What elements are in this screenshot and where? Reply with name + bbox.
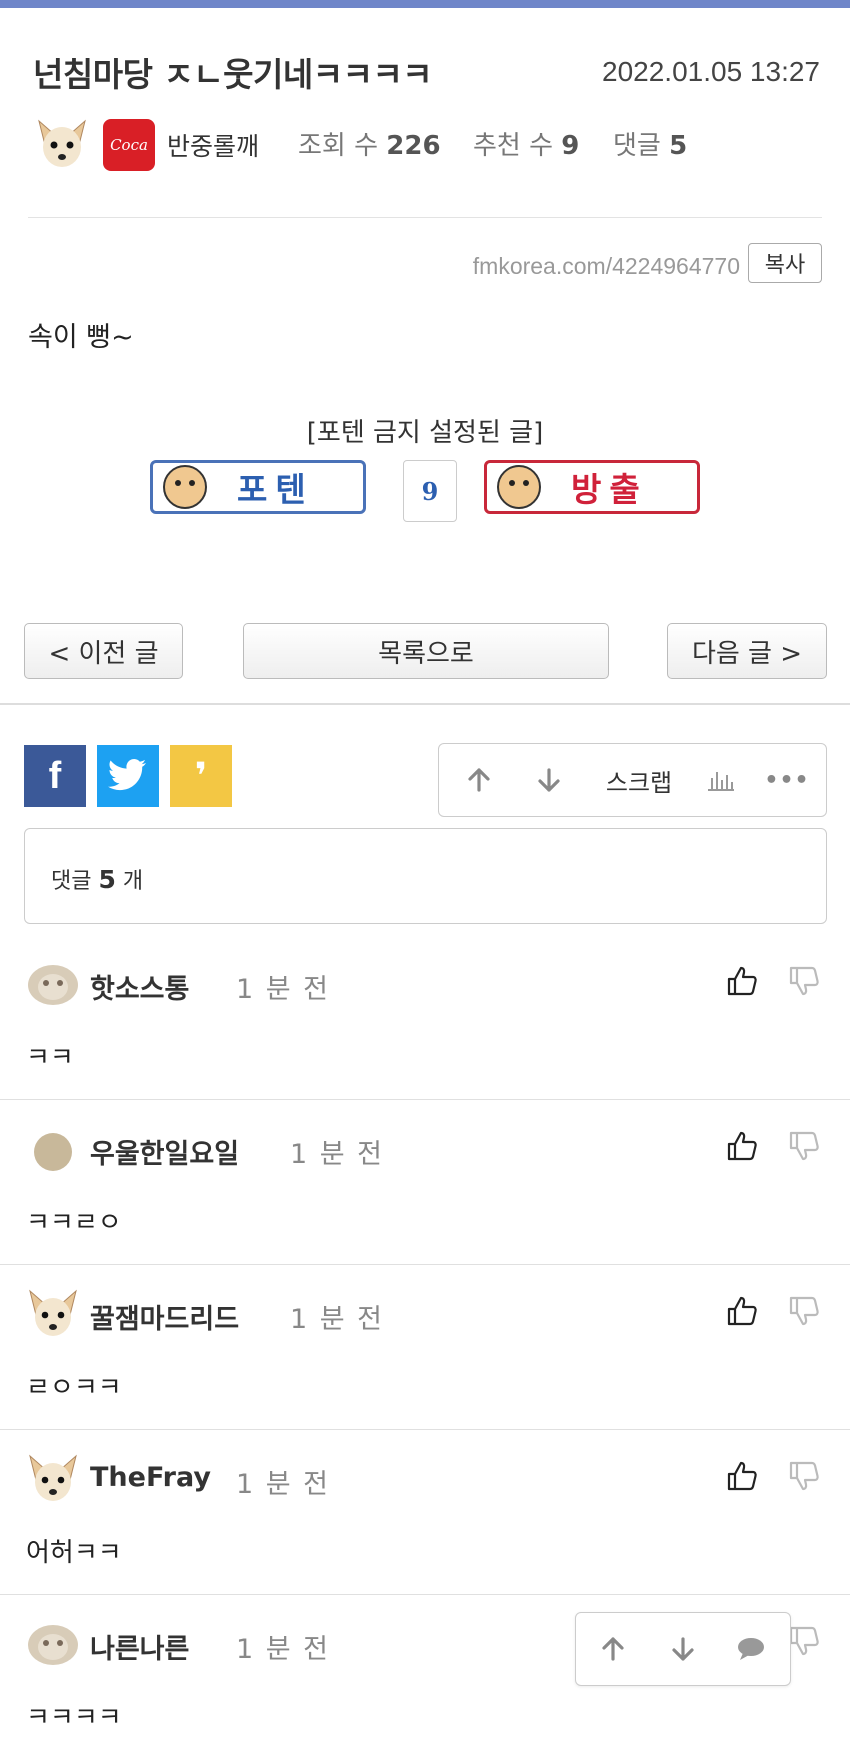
thumbs-up-icon[interactable] bbox=[726, 965, 758, 997]
comment-item: TheFray 1 분 전 어허ㅋㅋ bbox=[0, 1430, 850, 1595]
eject-button[interactable]: 방출 bbox=[484, 460, 700, 514]
view-count-label: 조회 수 bbox=[298, 131, 379, 161]
comment-item: 핫소스통 1 분 전 ㅋㅋ bbox=[0, 935, 850, 1100]
potent-button[interactable]: 포텐 bbox=[150, 460, 366, 514]
comment-summary-text: 댓글 5 개 bbox=[51, 863, 143, 895]
comment-time: 1 분 전 bbox=[290, 1304, 385, 1335]
thumbs-down-icon[interactable] bbox=[788, 1460, 820, 1492]
eject-label: 방출 bbox=[571, 470, 648, 509]
view-count: 조회 수 226 bbox=[298, 125, 441, 162]
comment-author[interactable]: 우울한일요일 bbox=[90, 1132, 239, 1171]
comment-count-value: 5 bbox=[669, 131, 688, 161]
facebook-share-icon[interactable]: f bbox=[24, 745, 86, 807]
recommend-count-value: 9 bbox=[561, 131, 580, 161]
comment-item: 우울한일요일 1 분 전 ㅋㅋㄹㅇ bbox=[0, 1100, 850, 1265]
comment-text: ㅋㅋㄹㅇ bbox=[26, 1208, 122, 1238]
thumbs-up-icon[interactable] bbox=[726, 1295, 758, 1327]
potent-label: 포텐 bbox=[237, 470, 314, 509]
thumbs-face-icon bbox=[163, 465, 207, 509]
dot-avatar-icon[interactable] bbox=[26, 1122, 80, 1176]
scroll-top-icon[interactable] bbox=[588, 1613, 638, 1685]
thumbs-down-icon[interactable] bbox=[788, 1295, 820, 1327]
top-accent-bar bbox=[0, 0, 850, 8]
kakaostory-share-icon[interactable]: ❜ bbox=[170, 745, 232, 807]
thumbs-down-icon[interactable] bbox=[788, 965, 820, 997]
comment-author[interactable]: 꿀잼마드리드 bbox=[90, 1297, 239, 1336]
comment-time: 1 분 전 bbox=[290, 1139, 385, 1170]
vote-count: 9 bbox=[403, 460, 457, 522]
dog-avatar-icon[interactable] bbox=[26, 1452, 80, 1506]
comment-summary-label: 댓글 bbox=[51, 869, 92, 894]
post-meta: Coca 반중롤깨 조회 수 226 추천 수 9 댓글 5 bbox=[33, 115, 833, 175]
potent-disabled-notice: [포텐 금지 설정된 글] bbox=[306, 418, 544, 448]
dog-avatar-icon[interactable] bbox=[26, 1287, 80, 1341]
author-dog-avatar-icon[interactable] bbox=[33, 115, 91, 173]
twitter-share-icon[interactable] bbox=[97, 745, 159, 807]
post-url: fmkorea.com/4224964770 bbox=[472, 253, 740, 279]
scroll-bottom-icon[interactable] bbox=[658, 1613, 708, 1685]
thumbs-down-face-icon bbox=[497, 465, 541, 509]
comment-text: ㅋㅋ bbox=[26, 1043, 74, 1073]
scroll-up-icon[interactable] bbox=[459, 744, 499, 816]
scroll-down-icon[interactable] bbox=[529, 744, 569, 816]
more-options-button[interactable]: ••• bbox=[764, 744, 808, 816]
floating-nav bbox=[575, 1612, 791, 1686]
post-datetime: 2022.01.05 13:27 bbox=[602, 56, 820, 87]
comment-time: 1 분 전 bbox=[236, 1469, 331, 1500]
prev-post-button[interactable]: < 이전 글 bbox=[24, 623, 183, 679]
twitter-bird-icon bbox=[108, 759, 146, 791]
scrap-button[interactable]: 스크랩 bbox=[589, 744, 689, 816]
author-name[interactable]: 반중롤깨 bbox=[167, 127, 259, 163]
recommend-count-label: 추천 수 bbox=[473, 131, 554, 161]
comment-count: 댓글 5 bbox=[613, 125, 687, 162]
next-post-button[interactable]: 다음 글 > bbox=[667, 623, 827, 679]
thumbs-down-icon[interactable] bbox=[788, 1130, 820, 1162]
post-tools: 스크랩 ••• bbox=[438, 743, 827, 817]
comment-time: 1 분 전 bbox=[236, 1634, 331, 1665]
comment-bubble-icon[interactable] bbox=[726, 1613, 776, 1685]
thumbs-down-icon[interactable] bbox=[788, 1625, 820, 1657]
comment-author[interactable]: TheFray bbox=[90, 1462, 211, 1493]
comment-summary-unit: 개 bbox=[122, 869, 144, 894]
comment-time: 1 분 전 bbox=[236, 974, 331, 1005]
view-count-value: 226 bbox=[386, 131, 441, 161]
comment-item: 꿀잼마드리드 1 분 전 ㄹㅇㅋㅋ bbox=[0, 1265, 850, 1430]
blurry-dog-avatar-icon[interactable] bbox=[26, 1617, 80, 1671]
post-title: 넌침마당 ㅈㄴ웃기네ㅋㅋㅋㅋ bbox=[33, 55, 433, 94]
comment-author[interactable]: 나른나른 bbox=[90, 1627, 189, 1666]
copy-url-button[interactable]: 복사 bbox=[748, 243, 822, 283]
thumbs-up-icon[interactable] bbox=[726, 1130, 758, 1162]
comment-text: ㄹㅇㅋㅋ bbox=[26, 1373, 122, 1403]
recommend-count: 추천 수 9 bbox=[473, 125, 579, 162]
comment-count-label: 댓글 bbox=[613, 131, 661, 161]
comment-summary-count: 5 bbox=[98, 865, 116, 894]
divider bbox=[0, 703, 850, 705]
comment-text: 어허ㅋㅋ bbox=[26, 1538, 122, 1568]
post-body: 속이 뻥~ bbox=[28, 322, 134, 353]
vote-area: 포텐 9 방출 bbox=[150, 460, 700, 522]
thumbs-up-icon[interactable] bbox=[726, 1460, 758, 1492]
blurry-dog-avatar-icon[interactable] bbox=[26, 957, 80, 1011]
divider bbox=[28, 217, 822, 218]
coke-badge-icon: Coca bbox=[103, 119, 155, 171]
comment-summary: 댓글 5 개 bbox=[24, 828, 827, 924]
list-button[interactable]: 목록으로 bbox=[243, 623, 609, 679]
comment-author[interactable]: 핫소스통 bbox=[90, 967, 189, 1006]
bar-chart-icon[interactable] bbox=[701, 744, 741, 816]
comment-text: ㅋㅋㅋㅋ bbox=[26, 1703, 122, 1733]
